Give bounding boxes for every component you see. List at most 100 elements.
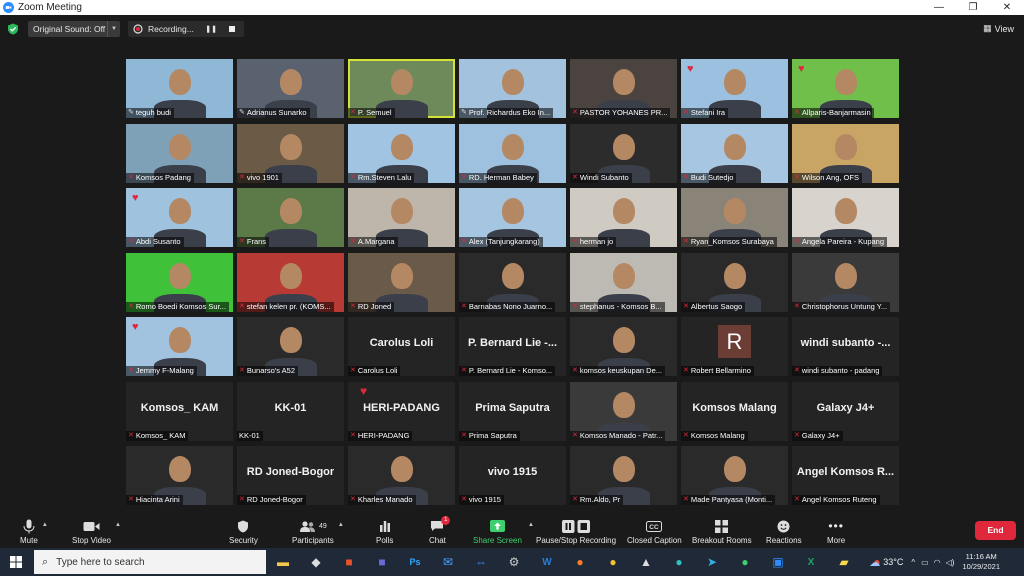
mute-button[interactable]: Mute ▲ — [20, 516, 48, 545]
settings-icon[interactable]: ⚙ — [501, 551, 527, 573]
participant-tile[interactable]: ♥ ✕ Stefani Ira — [681, 59, 788, 118]
participant-tile[interactable]: ♥ ✕ Abdi Susanto — [126, 188, 233, 247]
participant-tile[interactable]: ✕ Romo Boedi Komsos Sur... — [126, 253, 233, 312]
participant-tile[interactable]: ✕ Kharles Manado — [348, 446, 455, 505]
participant-tile[interactable]: ✕ Made Pantyasa (Monti... — [681, 446, 788, 505]
participant-tile[interactable]: ✕ Budi Sutedjo — [681, 124, 788, 183]
participant-tile[interactable]: Komsos_ KAM ✕ Komsos_ KAM — [126, 382, 233, 441]
participant-tile[interactable]: KK-01 KK-01 — [237, 382, 344, 441]
taskbar-clock[interactable]: 11:16 AM 10/29/2021 — [962, 552, 1000, 572]
wifi-icon[interactable]: ◠ — [934, 558, 941, 567]
network-icon[interactable]: ▭ — [921, 558, 929, 567]
mail-icon[interactable]: ✉ — [435, 551, 461, 573]
participant-tile[interactable]: Prima Saputra ✕ Prima Saputra — [459, 382, 566, 441]
participant-tile[interactable]: ✎ Prof. Richardus Eko In... — [459, 59, 566, 118]
close-button[interactable]: ✕ — [990, 0, 1024, 15]
telegram-icon[interactable]: ➤ — [699, 551, 725, 573]
participant-tile[interactable]: ✕ Albertus Saogo — [681, 253, 788, 312]
participant-tile[interactable]: windi subanto -... ✕ windi subanto - padan… — [792, 317, 899, 376]
participant-tile[interactable]: ✎ teguh budi — [126, 59, 233, 118]
participant-tile[interactable]: ✕ A.Margana — [348, 188, 455, 247]
participant-tile[interactable]: Carolus Loli ✕ Carolus Loli — [348, 317, 455, 376]
participant-tile[interactable]: Komsos Malang ✕ Komsos Malang — [681, 382, 788, 441]
photoshop-icon[interactable]: Ps — [402, 551, 428, 573]
taskbar-search-box[interactable]: ⌕ Type here to search — [34, 550, 266, 574]
chevron-up-icon[interactable]: ▲ — [528, 522, 534, 528]
end-meeting-button[interactable]: End — [975, 521, 1016, 540]
participant-tile[interactable]: P. Bernard Lie -... ✕ P. Bernard Lie - Kom… — [459, 317, 566, 376]
participant-tile[interactable]: ✕ Christophorus Untung Y... — [792, 253, 899, 312]
participant-tile[interactable]: ✕ Bunarso's A52 — [237, 317, 344, 376]
shield-icon[interactable] — [7, 23, 19, 35]
reactions-button[interactable]: Reactions — [766, 516, 802, 545]
participant-tile[interactable]: ✕ stefan kelen pr. (KOMS... — [237, 253, 344, 312]
participant-tile[interactable]: ✕ komsos keuskupan De... — [570, 317, 677, 376]
closed-caption-button[interactable]: CC Closed Caption — [627, 516, 682, 545]
inkscape-icon[interactable]: ▲ — [633, 551, 659, 573]
participant-tile[interactable]: ✕ stephanus - Komsos B... — [570, 253, 677, 312]
chevron-up-icon[interactable]: ▲ — [115, 522, 121, 528]
word-icon[interactable]: W — [534, 551, 560, 573]
polls-button[interactable]: Polls — [376, 516, 393, 545]
teams-icon[interactable]: ■ — [369, 551, 395, 573]
chrome-icon[interactable]: ● — [600, 551, 626, 573]
participant-tile[interactable]: ✕ Windi Subanto — [570, 124, 677, 183]
sticky-notes-icon[interactable]: ▰ — [831, 551, 857, 573]
file-explorer-icon[interactable]: ▬ — [270, 551, 296, 573]
participant-tile[interactable]: Angel Komsos R... ✕ Angel Komsos Ruteng — [792, 446, 899, 505]
stop-recording-icon[interactable] — [229, 26, 235, 32]
firefox-icon[interactable]: ● — [567, 551, 593, 573]
participant-tile[interactable]: ♥ ✕ Jemmy F-Malang — [126, 317, 233, 376]
participant-tile[interactable]: Galaxy J4+ ✕ Galaxy J4+ — [792, 382, 899, 441]
chevron-down-icon[interactable]: ▼ — [107, 21, 120, 37]
volume-icon[interactable]: ◁) — [946, 558, 955, 567]
chevron-up-icon[interactable]: ▲ — [338, 522, 344, 528]
participant-tile[interactable]: ✕ Rm.Aldo, Pr — [570, 446, 677, 505]
stop-video-button[interactable]: Stop Video ▲ — [72, 516, 121, 545]
fox-app-icon[interactable]: ◆ — [303, 551, 329, 573]
participant-tile[interactable]: ✕ Ryan_Komsos Surabaya — [681, 188, 788, 247]
security-button[interactable]: Security — [229, 516, 258, 545]
participant-tile[interactable]: HERI-PADANG ♥ ✕ HERI-PADANG — [348, 382, 455, 441]
excel-icon[interactable]: X — [798, 551, 824, 573]
participant-tile[interactable]: ✕ P. Semuel — [348, 59, 455, 118]
participant-tile[interactable]: ✕ Alex (Tanjungkarang) — [459, 188, 566, 247]
participant-tile[interactable]: ✕ Komsos Padang — [126, 124, 233, 183]
chevron-up-icon[interactable]: ▲ — [42, 522, 48, 528]
participant-tile[interactable]: ✕ vivo 1901 — [237, 124, 344, 183]
whatsapp-icon[interactable]: ● — [732, 551, 758, 573]
participant-tile[interactable]: ✕ herman jo — [570, 188, 677, 247]
more-button[interactable]: ••• More — [827, 516, 845, 545]
participant-tile[interactable]: ✕ Wilson Ang, OFS — [792, 124, 899, 183]
tray-chevron-icon[interactable]: ^ — [911, 558, 915, 567]
edge-icon[interactable]: ● — [666, 551, 692, 573]
participant-tile[interactable]: ✕ RD Joned — [348, 253, 455, 312]
participant-tile[interactable]: ✕ Hiacinta Arini — [126, 446, 233, 505]
participant-tile[interactable]: ✕ Komsos Manado - Patr... — [570, 382, 677, 441]
teamviewer-icon[interactable]: ⇔ — [468, 551, 494, 573]
share-screen-button[interactable]: Share Screen ▲ — [473, 516, 534, 545]
maximize-button[interactable]: ❐ — [956, 0, 990, 15]
participant-tile[interactable]: ✕ Barnabas Nono Juarno... — [459, 253, 566, 312]
participant-tile[interactable]: ✕ Frans — [237, 188, 344, 247]
view-button[interactable]: ▦ View — [983, 23, 1014, 34]
participant-tile[interactable]: ✕ Angela Pareira - Kupang — [792, 188, 899, 247]
pause-recording-icon[interactable]: ❚❚ — [205, 25, 217, 33]
chat-button[interactable]: 1 Chat — [429, 516, 451, 545]
minimize-button[interactable]: — — [922, 0, 956, 15]
windows-start-icon[interactable] — [10, 556, 22, 568]
weather-icon[interactable]: ☁ — [869, 556, 880, 569]
participant-tile[interactable]: vivo 1915 ✕ vivo 1915 — [459, 446, 566, 505]
participant-tile[interactable]: RD Joned-Bogor ✕ RD Joned-Bogor — [237, 446, 344, 505]
participant-tile[interactable]: ✎ Adrianus Sunarko — [237, 59, 344, 118]
participant-tile[interactable]: R ✕ Robert Bellarmino — [681, 317, 788, 376]
pause-stop-recording-button[interactable]: Pause/Stop Recording — [536, 516, 616, 545]
participant-tile[interactable]: ✕ Rm.Steven Lalu — [348, 124, 455, 183]
participants-button[interactable]: 49 Participants ▲ — [292, 516, 344, 545]
office-icon[interactable]: ■ — [336, 551, 362, 573]
participant-tile[interactable]: ✕ RD. Herman Babey — [459, 124, 566, 183]
participant-tile[interactable]: ♥ ✕ Allparis-Banjarmasin — [792, 59, 899, 118]
original-sound-button[interactable]: Original Sound: Off ▼ — [28, 21, 120, 37]
zoom-taskbar-icon[interactable]: ▣ — [765, 551, 791, 573]
breakout-rooms-button[interactable]: Breakout Rooms — [692, 516, 752, 545]
